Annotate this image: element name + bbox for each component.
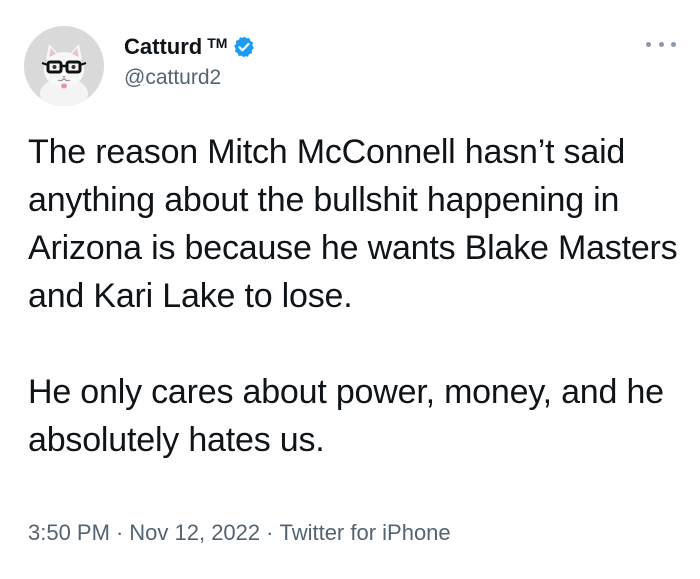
dot-icon	[671, 41, 676, 47]
tweet-card: Catturd TM @catturd2 The reason Mitch Mc…	[0, 0, 700, 579]
tweet-meta: 3:50 PM · Nov 12, 2022 · Twitter for iPhone	[28, 520, 451, 546]
tweet-paragraph: The reason Mitch McConnell hasn’t said a…	[28, 133, 678, 315]
name-row: Catturd TM	[124, 32, 256, 62]
tweet-source[interactable]: Twitter for iPhone	[279, 520, 450, 545]
separator: ·	[115, 520, 124, 545]
user-handle[interactable]: @catturd2	[124, 66, 256, 90]
tweet-text: The reason Mitch McConnell hasn’t said a…	[28, 128, 678, 464]
cat-avatar-icon	[24, 26, 104, 106]
tweet-time[interactable]: 3:50 PM	[28, 520, 110, 545]
display-name[interactable]: Catturd	[124, 34, 202, 60]
more-options-icon[interactable]	[646, 34, 676, 54]
verified-badge-icon	[232, 35, 256, 59]
tweet-header: Catturd TM @catturd2	[24, 24, 676, 106]
tweet-date[interactable]: Nov 12, 2022	[129, 520, 260, 545]
trademark-mark: TM	[207, 35, 228, 51]
separator: ·	[266, 520, 274, 545]
dot-icon	[646, 41, 651, 47]
tweet-paragraph: He only cares about power, money, and he…	[28, 373, 664, 459]
dot-icon	[658, 41, 664, 47]
avatar[interactable]	[24, 26, 104, 106]
author-identity: Catturd TM @catturd2	[124, 32, 256, 90]
